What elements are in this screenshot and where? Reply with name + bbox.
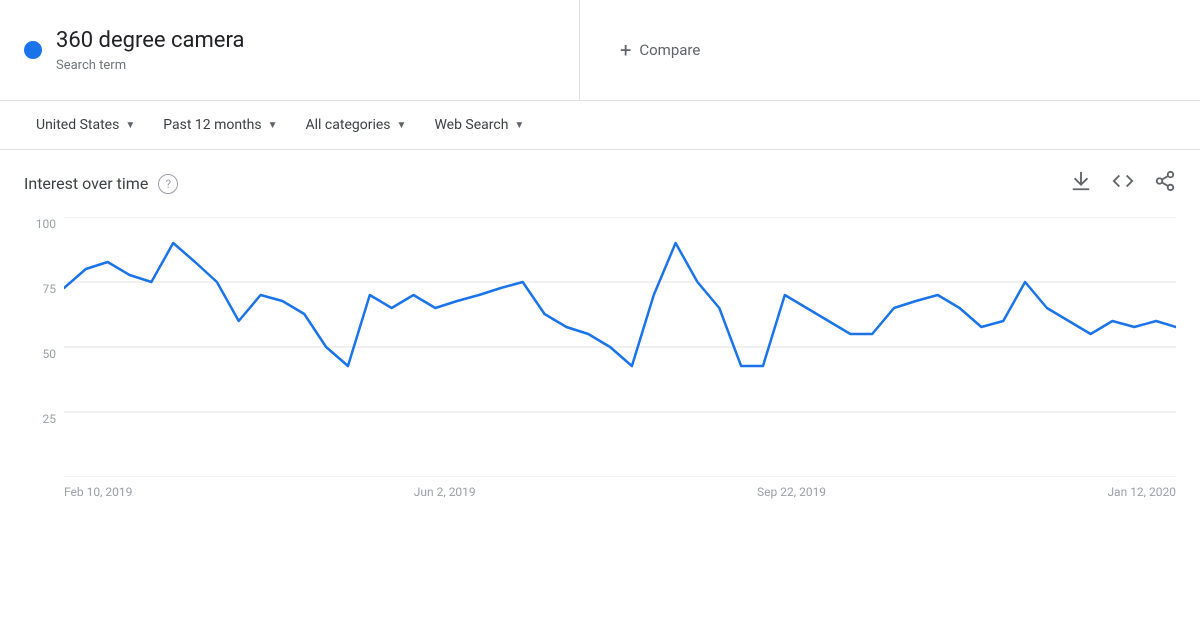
y-label-50: 50 bbox=[24, 347, 64, 361]
x-label-sep: Sep 22, 2019 bbox=[757, 485, 826, 499]
region-filter[interactable]: United States ▼ bbox=[24, 111, 147, 139]
x-label-jun: Jun 2, 2019 bbox=[414, 485, 476, 499]
chart-title: Interest over time bbox=[24, 174, 148, 193]
share-icon[interactable] bbox=[1154, 170, 1176, 197]
search-type-label: Web Search bbox=[434, 117, 508, 133]
category-filter[interactable]: All categories ▼ bbox=[294, 111, 419, 139]
time-range-filter[interactable]: Past 12 months ▼ bbox=[151, 111, 289, 139]
search-term-dot bbox=[24, 41, 42, 59]
chart-section: Interest over time ? bbox=[0, 150, 1200, 527]
filters-bar: United States ▼ Past 12 months ▼ All cat… bbox=[0, 101, 1200, 150]
trend-polyline bbox=[64, 243, 1176, 366]
chart-svg-area bbox=[64, 217, 1176, 477]
search-type-chevron-icon: ▼ bbox=[514, 120, 524, 131]
y-label-100: 100 bbox=[24, 217, 64, 231]
region-chevron-icon: ▼ bbox=[125, 120, 135, 131]
category-chevron-icon: ▼ bbox=[397, 120, 407, 131]
region-label: United States bbox=[36, 117, 119, 133]
search-term-type: Search term bbox=[56, 58, 244, 73]
trend-chart bbox=[64, 217, 1176, 477]
plus-icon: + bbox=[620, 38, 631, 62]
chart-title-group: Interest over time ? bbox=[24, 174, 178, 194]
search-term-section: 360 degree camera Search term bbox=[0, 0, 580, 100]
search-type-filter[interactable]: Web Search ▼ bbox=[422, 111, 536, 139]
y-label-75: 75 bbox=[24, 282, 64, 296]
chart-header: Interest over time ? bbox=[24, 170, 1176, 197]
y-label-25: 25 bbox=[24, 412, 64, 426]
compare-section: + Compare bbox=[580, 20, 1200, 80]
compare-button[interactable]: + Compare bbox=[620, 38, 700, 62]
time-chevron-icon: ▼ bbox=[268, 120, 278, 131]
chart-container: 100 75 50 25 Feb 10, 2019 bbox=[24, 217, 1176, 517]
x-label-jan: Jan 12, 2020 bbox=[1107, 485, 1176, 499]
time-range-label: Past 12 months bbox=[163, 117, 261, 133]
help-icon[interactable]: ? bbox=[158, 174, 178, 194]
chart-actions bbox=[1070, 170, 1176, 197]
header: 360 degree camera Search term + Compare bbox=[0, 0, 1200, 101]
x-label-feb: Feb 10, 2019 bbox=[64, 485, 132, 499]
download-icon[interactable] bbox=[1070, 170, 1092, 197]
y-axis-labels: 100 75 50 25 bbox=[24, 217, 64, 477]
x-axis-labels: Feb 10, 2019 Jun 2, 2019 Sep 22, 2019 Ja… bbox=[64, 477, 1176, 517]
help-icon-label: ? bbox=[165, 177, 171, 191]
search-term-text: 360 degree camera Search term bbox=[56, 27, 244, 73]
search-term-title: 360 degree camera bbox=[56, 27, 244, 56]
category-label: All categories bbox=[306, 117, 391, 133]
embed-icon[interactable] bbox=[1112, 170, 1134, 197]
compare-label: Compare bbox=[639, 41, 700, 59]
